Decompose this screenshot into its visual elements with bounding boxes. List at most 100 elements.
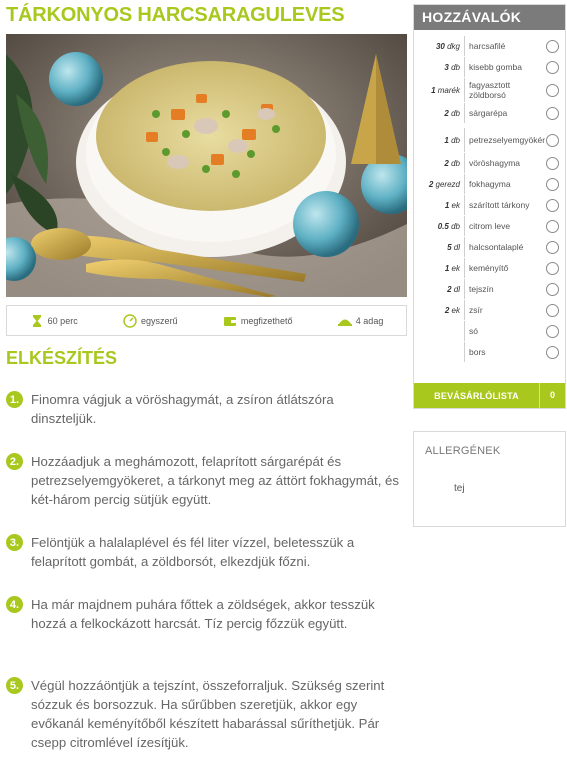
ingredient-checkbox[interactable]: [546, 282, 559, 296]
ingredient-row: 2 db vöröshagyma: [414, 153, 565, 173]
ingredient-unit: ek: [451, 263, 460, 273]
dish-icon: [337, 319, 352, 326]
ingredients-title: HOZZÁVALÓK: [414, 5, 565, 30]
ingredient-unit: db: [451, 135, 460, 145]
ingredient-quantity: 1: [444, 135, 449, 145]
ingredient-row: 1 ek keményítő: [414, 258, 565, 278]
ingredient-unit: ek: [451, 200, 460, 210]
ingredient-checkbox[interactable]: [546, 106, 559, 120]
ingredient-unit: db: [451, 108, 460, 118]
ingredient-separator: [464, 300, 465, 320]
ingredient-checkbox[interactable]: [546, 156, 559, 170]
ingredient-name: fagyasztott zöldborsó: [469, 80, 511, 100]
ingredient-name: harcsafilé: [469, 41, 506, 51]
ingredient-checkbox[interactable]: [546, 83, 559, 97]
ingredient-quantity: 0.5: [437, 221, 449, 231]
recipe-photo: [6, 34, 407, 297]
ingredient-quantity: 5: [447, 242, 452, 252]
allergens-title: ALLERGÉNEK: [425, 445, 501, 457]
shopping-list-label: BEVÁSÁRLÓLISTA: [434, 390, 519, 401]
ingredient-amount: 2 dl: [414, 285, 460, 294]
ingredient-unit: db: [451, 62, 460, 72]
recipe-info-bar: 60 perc egyszerű megfizethető 4 adag: [6, 305, 407, 336]
ingredient-quantity: 2: [447, 284, 452, 294]
ingredient-name: vöröshagyma: [469, 158, 521, 168]
shopping-list-button[interactable]: BEVÁSÁRLÓLISTA 0: [414, 383, 565, 408]
ingredient-checkbox[interactable]: [546, 219, 559, 233]
ingredient-quantity: 1: [444, 263, 450, 273]
recipe-title: TÁRKONYOS HARCSARAGULEVES: [6, 4, 345, 26]
ingredient-name: citrom leve: [469, 221, 511, 231]
ingredient-row: 0.5 db citrom leve: [414, 216, 565, 236]
ingredient-checkbox[interactable]: [546, 177, 559, 191]
ingredient-row: 30 dkg harcsafilé: [414, 36, 565, 56]
ingredient-name: keményítő: [469, 263, 509, 273]
ingredient-checkbox[interactable]: [546, 261, 559, 275]
ingredient-checkbox[interactable]: [546, 133, 559, 147]
ingredient-row: 5 dl halcsontalaplé: [414, 237, 565, 257]
ingredient-checkbox[interactable]: [546, 345, 559, 359]
hourglass-icon: [32, 314, 41, 327]
ingredient-unit: db: [451, 221, 460, 231]
ingredient-quantity: 2: [444, 305, 450, 315]
ingredient-unit: dkg: [447, 41, 460, 51]
ingredients-panel: HOZZÁVALÓK 30 dkg harcsafilé 3 db kisebb go…: [413, 4, 566, 409]
ingredient-checkbox[interactable]: [546, 240, 559, 254]
ingredient-name: só: [469, 326, 478, 336]
step-number: 5.: [6, 677, 23, 694]
wallet-icon: [223, 316, 236, 326]
ingredient-checkbox[interactable]: [546, 303, 559, 317]
step-number: 2.: [6, 453, 23, 470]
step-text: Ha már majdnem puhára főttek a zöldségek…: [31, 597, 375, 631]
step-number: 1.: [6, 391, 23, 408]
ingredient-checkbox[interactable]: [546, 198, 559, 212]
ingredient-row: 2 gerezd fokhagyma: [414, 174, 565, 194]
ingredient-name: zsír: [469, 305, 483, 315]
servings-info: 4 adag: [337, 314, 384, 328]
time-label: 60 perc: [47, 315, 78, 326]
ingredient-row: 1 db petrezselyemgyökér: [414, 128, 565, 152]
step-text: Felöntjük a halalaplével és fél liter ví…: [31, 535, 355, 569]
ingredient-quantity: 30: [435, 41, 445, 51]
ingredient-separator: [464, 237, 465, 257]
ingredient-separator: [464, 216, 465, 236]
step-item: 5. Végül hozzáöntjük a tejszínt, összefo…: [6, 676, 401, 752]
ingredient-amount: 1 marék: [414, 86, 460, 95]
ingredient-separator: [464, 321, 465, 341]
ingredient-row: 2 db sárgarépa: [414, 103, 565, 123]
ingredient-separator: [464, 279, 465, 299]
ingredient-name: kisebb gomba: [469, 62, 522, 72]
ingredient-checkbox[interactable]: [546, 39, 559, 53]
ingredient-name: petrezselyemgyökér: [469, 135, 546, 145]
ingredient-checkbox[interactable]: [546, 324, 559, 338]
ingredient-quantity: 2: [428, 179, 434, 189]
ingredient-separator: [464, 342, 465, 362]
ingredient-amount: 2 db: [414, 109, 460, 118]
ingredient-name: szárított tárkony: [469, 200, 530, 210]
ingredient-unit: gerezd: [435, 179, 460, 189]
allergens-panel: ALLERGÉNEK tej: [413, 431, 566, 527]
ingredient-row: 2 ek zsír: [414, 300, 565, 320]
ingredient-separator: [464, 174, 465, 194]
allergen-item: tej: [454, 483, 465, 494]
ingredient-unit: marék: [437, 85, 460, 95]
step-text: Finomra vágjuk a vöröshagymát, a zsíron …: [31, 392, 334, 426]
ingredient-checkbox[interactable]: [546, 60, 559, 74]
ingredient-amount: 0.5 db: [414, 222, 460, 231]
ingredients-list: 30 dkg harcsafilé 3 db kisebb gomba 1 marék f…: [414, 30, 565, 383]
ingredient-amount: 2 db: [414, 159, 460, 168]
ingredient-quantity: 1: [431, 85, 436, 95]
ingredient-name: halcsontalaplé: [469, 242, 524, 252]
ingredient-amount: 1 db: [414, 136, 460, 145]
ingredient-separator: [464, 153, 465, 173]
difficulty-label: egyszerű: [141, 315, 178, 326]
ingredient-row: só: [414, 321, 565, 341]
ingredient-row: 1 ek szárított tárkony: [414, 195, 565, 215]
ingredient-separator: [464, 195, 465, 215]
step-text: Végül hozzáöntjük a tejszínt, összeforra…: [31, 678, 385, 750]
servings-label: 4 adag: [355, 315, 384, 326]
ingredient-row: bors: [414, 342, 565, 362]
ingredient-amount: 3 db: [414, 63, 460, 72]
ingredient-name: fokhagyma: [469, 179, 511, 189]
time-info: 60 perc: [30, 314, 78, 328]
